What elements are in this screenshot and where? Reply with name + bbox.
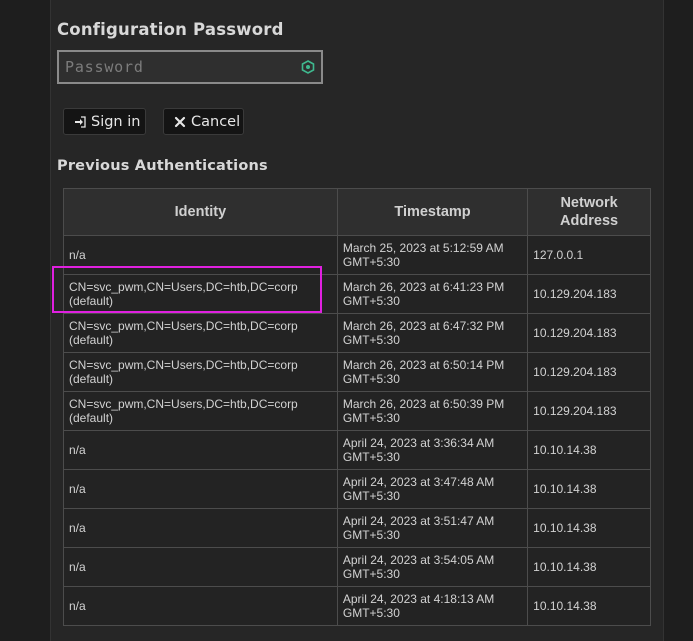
table-row: CN=svc_pwm,CN=Users,DC=htb,DC=corp (defa… (63, 313, 651, 353)
table-row: n/a April 24, 2023 at 3:51:47 AM GMT+5:3… (63, 508, 651, 548)
cancel-button[interactable]: Cancel (163, 108, 244, 135)
identity-cell: n/a (63, 469, 338, 509)
timestamp-cell: March 26, 2023 at 6:47:32 PM GMT+5:30 (336, 313, 529, 353)
identity-cell: n/a (63, 430, 338, 470)
address-cell: 127.0.0.1 (527, 235, 651, 275)
timestamp-cell: April 24, 2023 at 3:36:34 AM GMT+5:30 (336, 430, 529, 470)
sign-in-button[interactable]: Sign in (63, 108, 146, 135)
previous-authentications-title: Previous Authentications (57, 158, 268, 174)
identity-cell: CN=svc_pwm,CN=Users,DC=htb,DC=corp (defa… (63, 313, 338, 353)
table-row: n/a April 24, 2023 at 3:47:48 AM GMT+5:3… (63, 469, 651, 509)
address-cell: 10.10.14.38 (527, 547, 651, 587)
address-cell: 10.129.204.183 (527, 352, 651, 392)
table-row: CN=svc_pwm,CN=Users,DC=htb,DC=corp (defa… (63, 352, 651, 392)
table-row: n/a April 24, 2023 at 4:18:13 AM GMT+5:3… (63, 586, 651, 626)
close-icon (174, 116, 186, 127)
address-cell: 10.129.204.183 (527, 274, 651, 314)
sign-in-label: Sign in (91, 113, 141, 130)
address-cell: 10.129.204.183 (527, 313, 651, 353)
identity-cell: n/a (63, 235, 338, 275)
authentications-table: Identity Timestamp Network Address n/a M… (63, 188, 651, 626)
address-cell: 10.129.204.183 (527, 391, 651, 431)
password-input[interactable] (59, 52, 293, 82)
identity-cell: n/a (63, 586, 338, 626)
timestamp-cell: April 24, 2023 at 3:54:05 AM GMT+5:30 (336, 547, 529, 587)
table-row: n/a March 25, 2023 at 5:12:59 AM GMT+5:3… (63, 235, 651, 275)
address-cell: 10.10.14.38 (527, 586, 651, 626)
configuration-password-title: Configuration Password (57, 20, 284, 39)
table-row: CN=svc_pwm,CN=Users,DC=htb,DC=corp (defa… (63, 391, 651, 431)
timestamp-cell: April 24, 2023 at 3:51:47 AM GMT+5:30 (336, 508, 529, 548)
address-cell: 10.10.14.38 (527, 469, 651, 509)
identity-cell: n/a (63, 508, 338, 548)
table-row: n/a April 24, 2023 at 3:36:34 AM GMT+5:3… (63, 430, 651, 470)
table-row: n/a April 24, 2023 at 3:54:05 AM GMT+5:3… (63, 547, 651, 587)
identity-cell: CN=svc_pwm,CN=Users,DC=htb,DC=corp (defa… (63, 274, 338, 314)
table-header-row: Identity Timestamp Network Address (63, 188, 651, 236)
timestamp-cell: March 26, 2023 at 6:41:23 PM GMT+5:30 (336, 274, 529, 314)
timestamp-cell: April 24, 2023 at 4:18:13 AM GMT+5:30 (336, 586, 529, 626)
timestamp-cell: March 25, 2023 at 5:12:59 AM GMT+5:30 (336, 235, 529, 275)
timestamp-cell: April 24, 2023 at 3:47:48 AM GMT+5:30 (336, 469, 529, 509)
cancel-label: Cancel (191, 113, 241, 130)
identity-cell: n/a (63, 547, 338, 587)
timestamp-cell: March 26, 2023 at 6:50:39 PM GMT+5:30 (336, 391, 529, 431)
sign-in-icon (75, 115, 86, 128)
column-header-identity: Identity (63, 188, 338, 236)
address-cell: 10.10.14.38 (527, 430, 651, 470)
column-header-network-address: Network Address (527, 188, 651, 236)
address-cell: 10.10.14.38 (527, 508, 651, 548)
password-manager-icon[interactable] (301, 60, 315, 74)
identity-cell: CN=svc_pwm,CN=Users,DC=htb,DC=corp (defa… (63, 352, 338, 392)
column-header-timestamp: Timestamp (336, 188, 529, 236)
identity-cell: CN=svc_pwm,CN=Users,DC=htb,DC=corp (defa… (63, 391, 338, 431)
table-row: CN=svc_pwm,CN=Users,DC=htb,DC=corp (defa… (63, 274, 651, 314)
password-field-wrapper (57, 50, 323, 84)
timestamp-cell: March 26, 2023 at 6:50:14 PM GMT+5:30 (336, 352, 529, 392)
